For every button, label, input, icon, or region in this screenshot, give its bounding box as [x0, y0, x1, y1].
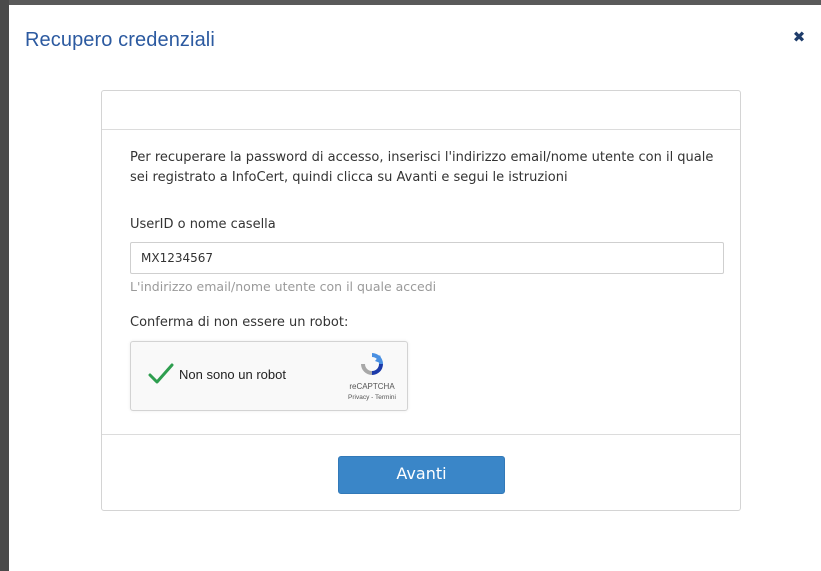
recaptcha-links[interactable]: Privacy - Termini: [337, 394, 407, 401]
recaptcha-brand: reCAPTCHA: [349, 382, 395, 391]
recovery-modal: Recupero credenziali ✖ Per recuperare la…: [9, 5, 821, 571]
recaptcha-label[interactable]: Non sono un robot: [179, 367, 286, 382]
userid-input[interactable]: [130, 242, 724, 274]
avanti-button[interactable]: Avanti: [338, 456, 505, 494]
recaptcha-widget: Non sono un robot reCAPTCHA Privacy - Te…: [130, 341, 408, 411]
backdrop-edge: [0, 0, 9, 571]
close-icon[interactable]: ✖: [790, 28, 808, 46]
userid-help-text: L'indirizzo email/nome utente con il qua…: [130, 279, 437, 294]
modal-title: Recupero credenziali: [25, 29, 215, 51]
recaptcha-logo-icon: [361, 353, 383, 375]
panel-footer-divider: [102, 434, 740, 435]
checkmark-icon[interactable]: [147, 360, 175, 388]
userid-label: UserID o nome casella: [130, 217, 276, 232]
panel-header: [102, 91, 740, 130]
robot-confirm-label: Conferma di non essere un robot:: [130, 315, 349, 330]
form-panel: Per recuperare la password di accesso, i…: [101, 90, 741, 511]
intro-text: Per recuperare la password di accesso, i…: [130, 150, 714, 185]
